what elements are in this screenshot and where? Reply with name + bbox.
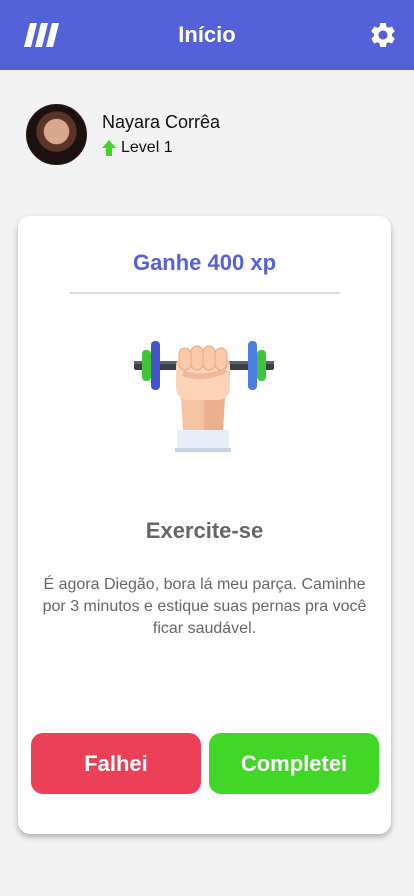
divider — [70, 292, 340, 294]
user-info: Nayara Corrêa Level 1 — [102, 112, 220, 157]
logo-slashes-icon[interactable] — [24, 21, 60, 49]
app-header: Início — [0, 0, 414, 70]
page-title: Início — [178, 22, 236, 47]
dumbbell-icon — [134, 341, 274, 452]
gear-icon[interactable] — [368, 20, 398, 50]
user-profile: Nayara Corrêa Level 1 — [26, 104, 220, 165]
level-label: Level 1 — [121, 139, 173, 156]
task-description: É agora Diegão, bora lá meu parça. Camin… — [42, 576, 367, 637]
arrow-up-icon — [102, 140, 116, 156]
user-name: Nayara Corrêa — [102, 112, 221, 132]
avatar[interactable] — [26, 104, 87, 165]
task-title: Exercite-se — [145, 518, 264, 543]
level-indicator: Level 1 — [102, 139, 220, 157]
fail-button[interactable]: Falhei — [31, 733, 201, 794]
complete-button[interactable]: Completei — [209, 733, 379, 794]
task-card: Ganhe 400 xp Exercite-se É agora Diegão,… — [18, 216, 391, 834]
xp-reward: Ganhe 400 xp — [132, 250, 277, 275]
